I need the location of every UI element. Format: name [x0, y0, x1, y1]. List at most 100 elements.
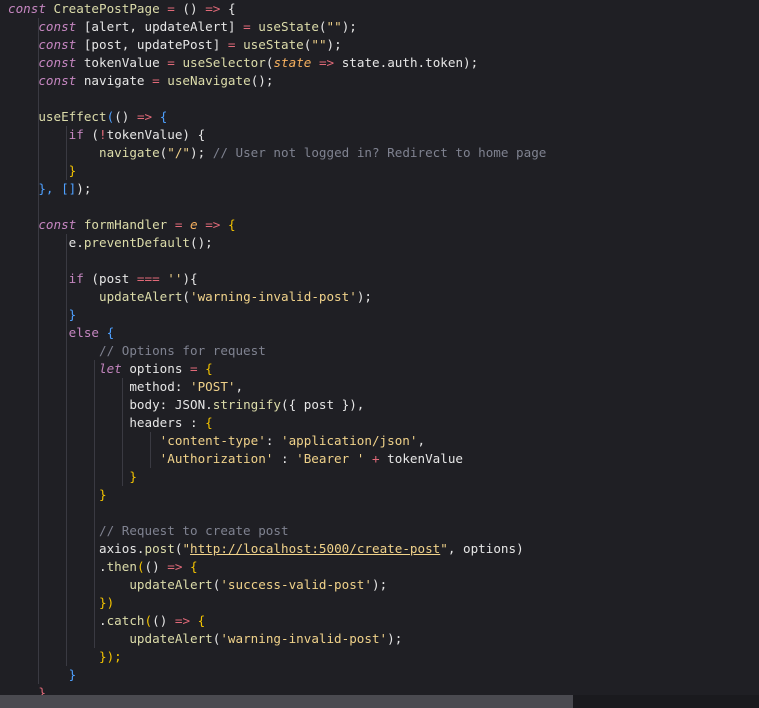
- code-line[interactable]: .then(() => {: [8, 558, 198, 576]
- code-token: state.auth.token);: [334, 55, 479, 70]
- code-line[interactable]: const [alert, updateAlert] = useState(""…: [8, 18, 357, 36]
- code-token: (: [83, 127, 100, 142]
- code-token: '': [167, 271, 183, 286]
- code-token: "": [311, 37, 327, 52]
- code-token: (): [174, 1, 206, 16]
- code-token: "": [326, 19, 342, 34]
- code-token: [post, updatePost]: [76, 37, 228, 52]
- code-token: navigate: [76, 73, 153, 88]
- code-token: .: [99, 559, 107, 574]
- code-token: updateAlert: [129, 577, 213, 592]
- code-token: if: [68, 271, 84, 286]
- code-token: );: [341, 19, 357, 34]
- code-token: const: [8, 1, 46, 16]
- code-token: let: [99, 361, 122, 376]
- code-line[interactable]: const CreatePostPage = () => {: [8, 0, 236, 18]
- code-token: useState: [235, 37, 304, 52]
- code-token: if: [68, 127, 84, 142]
- code-token: 'content-type': [159, 433, 266, 448]
- code-editor[interactable]: const CreatePostPage = () => { const [al…: [0, 0, 759, 708]
- code-token: =: [243, 19, 251, 34]
- code-line[interactable]: }: [8, 666, 77, 684]
- code-line[interactable]: axios.post("http://localhost:5000/create…: [8, 540, 524, 558]
- code-token: =: [190, 361, 198, 376]
- horizontal-scrollbar-thumb[interactable]: [0, 695, 573, 708]
- code-token: :: [265, 433, 281, 448]
- code-token: const: [38, 55, 77, 70]
- code-line[interactable]: body: JSON.stringify({ post }),: [8, 396, 364, 414]
- indent-guide: [38, 18, 39, 684]
- code-token: =>: [136, 109, 153, 124]
- code-token: {: [152, 109, 168, 124]
- code-line[interactable]: updateAlert('success-valid-post');: [8, 576, 387, 594]
- code-token: catch: [106, 613, 145, 628]
- code-token: );: [190, 145, 213, 160]
- code-token: {: [205, 415, 213, 430]
- code-token: =: [227, 37, 236, 52]
- code-line[interactable]: 'content-type': 'application/json',: [8, 432, 425, 450]
- code-line[interactable]: else {: [8, 324, 115, 342]
- code-line[interactable]: method: 'POST',: [8, 378, 243, 396]
- code-line[interactable]: const tokenValue = useSelector(state => …: [8, 54, 478, 72]
- code-token: e.: [68, 235, 84, 250]
- code-token: );: [371, 577, 388, 592]
- code-token: ,: [417, 433, 426, 448]
- code-token: (): [144, 559, 168, 574]
- code-token: =>: [318, 55, 335, 70]
- code-token: !: [99, 127, 107, 142]
- code-line[interactable]: }: [8, 468, 137, 486]
- code-token: const: [38, 19, 77, 34]
- code-line[interactable]: }: [8, 486, 107, 504]
- code-token: 'Authorization': [159, 451, 274, 466]
- code-token: {: [190, 613, 206, 628]
- code-line[interactable]: // Request to create post: [8, 522, 289, 540]
- code-token: const: [38, 37, 77, 52]
- code-token: }): [99, 595, 115, 610]
- code-token: // User not logged in? Redirect to home …: [212, 145, 547, 160]
- code-line[interactable]: updateAlert('warning-invalid-post');: [8, 288, 372, 306]
- code-token: state: [273, 55, 312, 70]
- code-token: (: [136, 559, 145, 574]
- code-token: (post: [83, 271, 137, 286]
- code-token: useSelector: [174, 55, 266, 70]
- code-line[interactable]: const [post, updatePost] = useState("");: [8, 36, 342, 54]
- code-token: ": [440, 541, 448, 556]
- code-line[interactable]: 'Authorization' : 'Bearer ' + tokenValue: [8, 450, 463, 468]
- code-line[interactable]: if (post === ''){: [8, 270, 198, 288]
- code-line[interactable]: navigate("/"); // User not logged in? Re…: [8, 144, 546, 162]
- code-token: tokenValue) {: [106, 127, 206, 142]
- indent-guide: [66, 126, 67, 180]
- indent-guide: [150, 432, 151, 468]
- code-token: stringify: [212, 397, 281, 412]
- code-token: formHandler: [76, 217, 175, 232]
- code-line[interactable]: // Options for request: [8, 342, 266, 360]
- code-token: // Request to create post: [99, 523, 289, 538]
- code-token: ({ post }),: [280, 397, 365, 412]
- code-line[interactable]: const navigate = useNavigate();: [8, 72, 273, 90]
- code-line[interactable]: }): [8, 594, 114, 612]
- code-token: post: [144, 541, 175, 556]
- code-token: );: [326, 37, 342, 52]
- code-token: "/": [167, 145, 191, 160]
- code-token: 'POST': [190, 379, 236, 394]
- code-token: useNavigate: [159, 73, 251, 88]
- code-line[interactable]: });: [8, 648, 122, 666]
- code-line[interactable]: }, []);: [8, 180, 91, 198]
- code-token: 'Bearer ': [296, 451, 365, 466]
- code-token: ": [182, 541, 191, 556]
- code-line[interactable]: useEffect(() => {: [8, 108, 167, 126]
- code-line[interactable]: updateAlert('warning-invalid-post');: [8, 630, 402, 648]
- code-line[interactable]: const formHandler = e => {: [8, 216, 235, 234]
